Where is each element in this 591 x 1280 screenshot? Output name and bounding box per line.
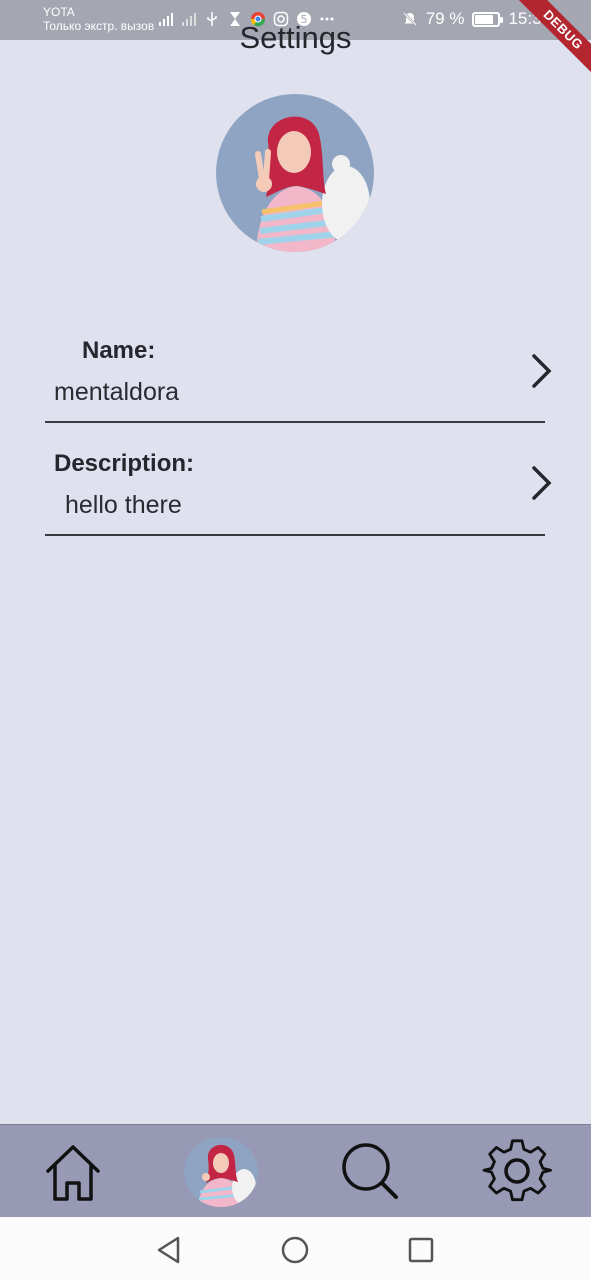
gear-icon[interactable]	[482, 1137, 552, 1207]
description-value: hello there	[65, 491, 182, 519]
profile-photo-small	[184, 1137, 258, 1207]
search-icon[interactable]	[336, 1137, 406, 1207]
recents-icon[interactable]	[406, 1235, 436, 1265]
name-value: mentaldora	[54, 378, 180, 406]
page-title: Settings	[239, 20, 352, 55]
name-field-row[interactable]: Name: mentaldora	[45, 310, 552, 423]
settings-screen: YOTA Только экстр. вызов 5 79 % 15:39 DE…	[0, 0, 591, 1280]
back-icon[interactable]	[154, 1235, 184, 1265]
home-icon[interactable]	[38, 1137, 108, 1207]
bottom-nav-bar	[0, 1124, 591, 1218]
profile-avatar[interactable]	[184, 1137, 258, 1207]
description-label: Description:	[54, 450, 195, 477]
name-label: Name:	[82, 337, 156, 364]
description-field-row[interactable]: Description: hello there	[45, 423, 552, 536]
home-circle-icon[interactable]	[280, 1235, 310, 1265]
system-nav-bar	[0, 1217, 591, 1280]
chevron-right-icon[interactable]	[529, 353, 555, 389]
carrier-name: YOTA	[43, 5, 75, 19]
profile-photo	[216, 94, 374, 252]
chevron-right-icon[interactable]	[529, 465, 555, 501]
profile-avatar-large[interactable]	[216, 94, 374, 252]
